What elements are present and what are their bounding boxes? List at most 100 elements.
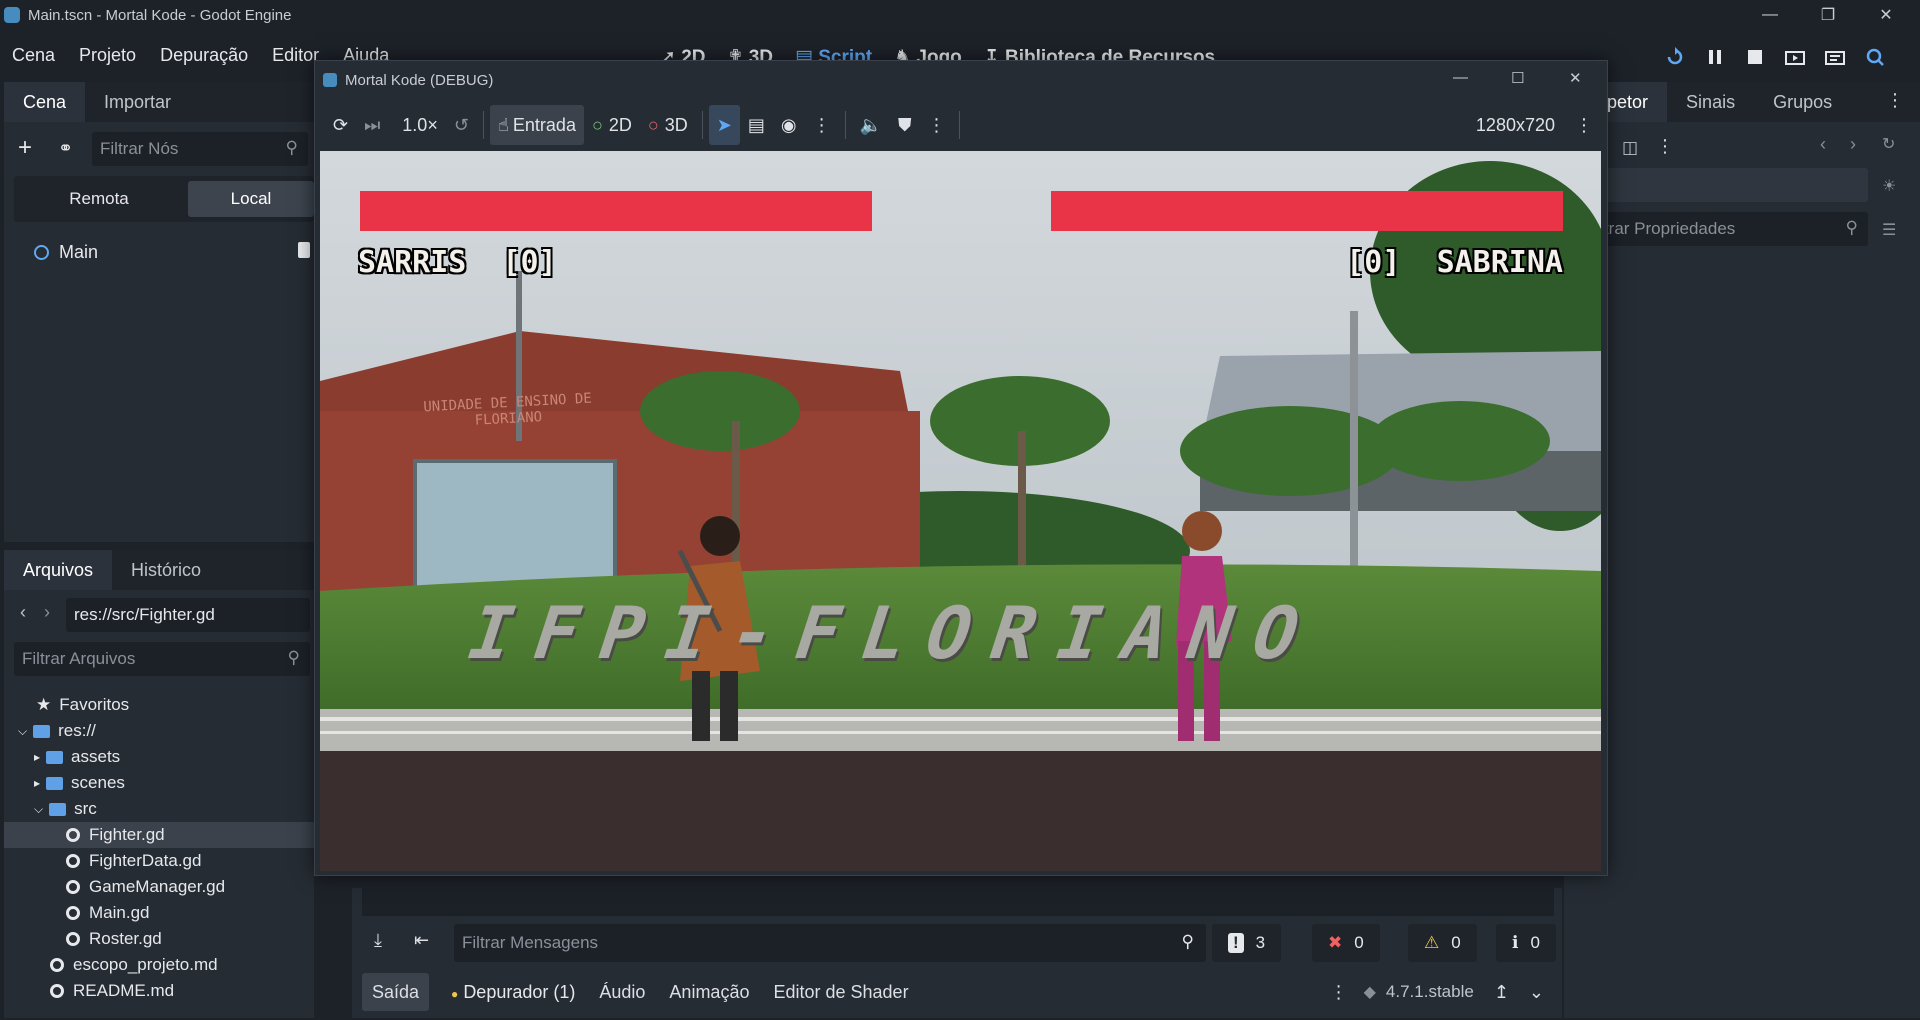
tab-groups[interactable]: Grupos: [1754, 82, 1851, 122]
restore-icon[interactable]: ❐: [1800, 0, 1856, 30]
reload-icon[interactable]: [1664, 46, 1686, 68]
movie-maker-icon[interactable]: [1864, 46, 1886, 68]
next-frame-icon[interactable]: ⏭: [356, 105, 388, 145]
player2-health-bar: [1051, 191, 1563, 231]
minimize-icon[interactable]: —: [1742, 0, 1798, 30]
more-icon[interactable]: ⋮: [1575, 115, 1593, 136]
info-count-badge[interactable]: ℹ0: [1496, 924, 1556, 962]
audio-icon[interactable]: 🔈: [852, 105, 890, 145]
more-icon[interactable]: ⋮: [919, 105, 953, 145]
local-button[interactable]: Local: [188, 181, 314, 217]
object-history-icon[interactable]: ↻: [1882, 134, 1895, 154]
tab-import[interactable]: Importar: [85, 82, 190, 122]
game-toolbar: ⟳ ⏭ 1.0× ↺ ☝ Entrada ○ 2D ○ 3D ➤ ▤ ◉ ⋮ 🔈 ⛊ …: [315, 99, 1607, 151]
clear-icon[interactable]: ⤓: [374, 930, 382, 951]
tree-file-roster[interactable]: Roster.gd: [4, 926, 314, 952]
search-icon: ⚲: [285, 138, 298, 157]
collapse-icon[interactable]: ⇤: [414, 930, 429, 951]
search-icon: ⚲: [1845, 218, 1858, 237]
more-icon[interactable]: ⋮: [1656, 136, 1674, 157]
tab-output[interactable]: Saída: [362, 973, 430, 1011]
list-select-icon[interactable]: ▤: [740, 105, 773, 145]
tree-res-root[interactable]: ⌵ res://: [4, 718, 314, 744]
pin-icon[interactable]: ⌄: [1529, 982, 1544, 1003]
more-icon[interactable]: ⋮: [805, 105, 839, 145]
file-tree: ★ Favoritos ⌵ res:// ▸ assets ▸ scenes ⌵ src …: [4, 692, 314, 1004]
stop-icon[interactable]: [1744, 46, 1766, 68]
tab-history[interactable]: Histórico: [112, 550, 220, 590]
message-count-badge[interactable]: ! 3: [1212, 924, 1282, 962]
minimize-icon[interactable]: —: [1453, 69, 1468, 86]
bottom-panel: ⤓ ⇤ Filtrar Mensagens ⚲ ! 3 ✖ 0 ⚠ 0 ℹ0 Saíd…: [352, 888, 1562, 1018]
node-icon: [34, 245, 49, 260]
separator: [701, 111, 703, 139]
node-filter-input[interactable]: Filtrar Nós ⚲: [92, 132, 308, 166]
tab-debugger[interactable]: ● Depurador (1): [439, 982, 587, 1003]
close-icon[interactable]: ✕: [1569, 69, 1582, 87]
object-selector[interactable]: [1578, 168, 1868, 202]
forward-icon[interactable]: ›: [44, 602, 50, 623]
tab-audio[interactable]: Áudio: [587, 982, 657, 1003]
save-icon[interactable]: ◫: [1622, 138, 1638, 158]
tree-folder-assets[interactable]: ▸ assets: [4, 744, 314, 770]
play-custom-icon[interactable]: [1824, 46, 1846, 68]
tree-file-escopo[interactable]: escopo_projeto.md: [4, 952, 314, 978]
link-icon[interactable]: ⚭: [58, 138, 73, 159]
more-icon[interactable]: ⋮: [1886, 90, 1904, 111]
star-icon: ★: [36, 695, 52, 714]
tree-file-gamemanager[interactable]: GameManager.gd: [4, 874, 314, 900]
warning-count-badge[interactable]: ⚠ 0: [1408, 924, 1477, 962]
pause-icon[interactable]: [1704, 46, 1726, 68]
play-scene-icon[interactable]: [1784, 46, 1806, 68]
mode-2d-button[interactable]: ○ 2D: [584, 105, 640, 145]
speed-selector[interactable]: 1.0×: [394, 105, 446, 145]
input-toggle[interactable]: ☝ Entrada: [489, 105, 584, 145]
maximize-icon[interactable]: ☐: [1511, 69, 1524, 87]
tree-favorites[interactable]: ★ Favoritos: [4, 692, 314, 718]
remote-button[interactable]: Remota: [14, 181, 184, 217]
tab-scene[interactable]: Cena: [4, 82, 86, 122]
separator: [482, 111, 484, 139]
tree-folder-src[interactable]: ⌵ src: [4, 796, 314, 822]
tree-folder-scenes[interactable]: ▸ scenes: [4, 770, 314, 796]
path-field[interactable]: res://src/Fighter.gd: [66, 598, 310, 632]
scene-dock: Cena Importar + ⚭ Filtrar Nós ⚲ Remota L…: [4, 82, 314, 542]
select-mode-icon[interactable]: ➤: [708, 105, 740, 145]
more-icon[interactable]: ⋮: [1330, 982, 1348, 1003]
history-back-icon[interactable]: ‹: [1820, 134, 1826, 155]
menu-debug[interactable]: Depuração: [148, 45, 260, 66]
reset-speed-icon[interactable]: ↺: [446, 105, 477, 145]
camera-icon[interactable]: ⛊: [890, 105, 920, 145]
scene-tree-root[interactable]: Main: [34, 242, 98, 263]
tree-file-main[interactable]: Main.gd: [4, 900, 314, 926]
tree-file-fighter[interactable]: Fighter.gd: [4, 822, 314, 848]
history-forward-icon[interactable]: ›: [1850, 134, 1856, 155]
error-count-badge[interactable]: ✖ 0: [1312, 924, 1380, 962]
object-info-icon[interactable]: ☀: [1882, 176, 1896, 196]
game-viewport[interactable]: IFPI-FLORIANO UNIDADE DE ENSINO DE FLORI…: [320, 151, 1601, 871]
tune-icon[interactable]: ☰: [1882, 220, 1896, 240]
message-filter-placeholder: Filtrar Mensagens: [462, 933, 599, 952]
gear-icon: [66, 880, 80, 894]
error-icon: ✖: [1328, 933, 1343, 952]
window-title: Main.tscn - Mortal Kode - Godot Engine: [28, 6, 292, 24]
tab-animation[interactable]: Animação: [657, 982, 761, 1003]
back-icon[interactable]: ‹: [20, 602, 26, 623]
file-filter-input[interactable]: Filtrar Arquivos ⚲: [14, 642, 310, 676]
add-node-icon[interactable]: +: [18, 134, 32, 162]
close-icon[interactable]: ✕: [1858, 0, 1914, 30]
tab-signals[interactable]: Sinais: [1667, 82, 1754, 122]
property-filter-input[interactable]: Filtrar Propriedades ⚲: [1578, 212, 1868, 246]
visibility-icon[interactable]: ◉: [773, 105, 805, 145]
expand-panel-icon[interactable]: ↥: [1494, 982, 1509, 1003]
tree-file-fighterdata[interactable]: FighterData.gd: [4, 848, 314, 874]
tab-shader-editor[interactable]: Editor de Shader: [761, 982, 920, 1003]
suspend-icon[interactable]: ⟳: [325, 105, 356, 145]
mode-3d-button[interactable]: ○ 3D: [640, 105, 696, 145]
script-icon[interactable]: [298, 242, 310, 258]
menu-project[interactable]: Projeto: [67, 45, 148, 66]
menu-scene[interactable]: Cena: [0, 45, 67, 66]
tab-files[interactable]: Arquivos: [4, 550, 113, 590]
tree-file-readme[interactable]: README.md: [4, 978, 314, 1004]
message-filter-input[interactable]: Filtrar Mensagens ⚲: [454, 924, 1206, 962]
